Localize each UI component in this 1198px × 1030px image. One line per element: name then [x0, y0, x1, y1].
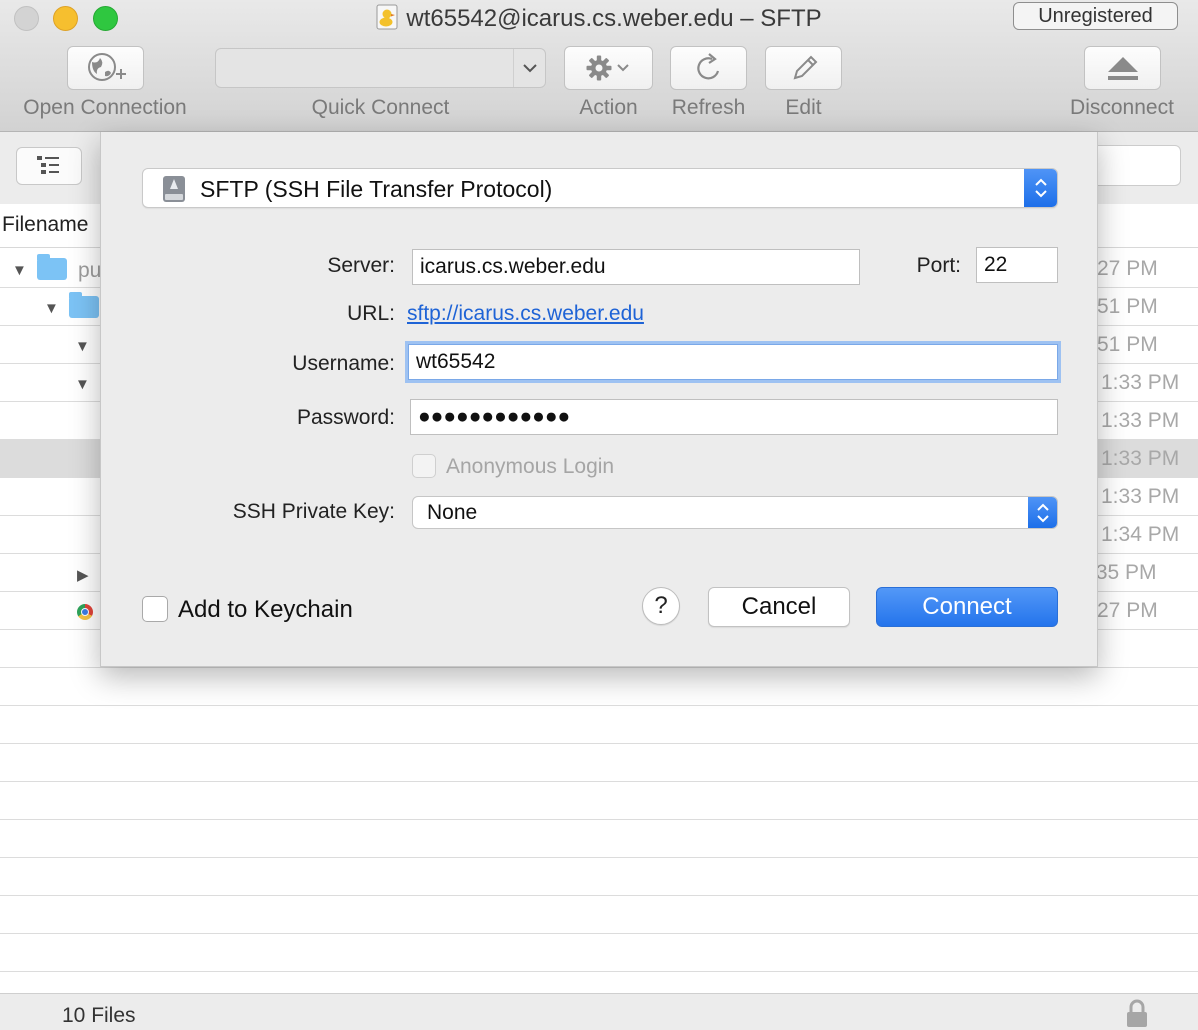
chevron-down-icon[interactable] [513, 49, 545, 87]
anonymous-login-label: Anonymous Login [446, 455, 615, 478]
refresh-button[interactable] [670, 46, 747, 90]
open-connection-label: Open Connection [23, 96, 187, 119]
protocol-value: SFTP (SSH File Transfer Protocol) [200, 176, 553, 202]
url-link[interactable]: sftp://icarus.cs.weber.edu [407, 302, 644, 326]
empty-row [0, 706, 1198, 744]
filename-column-header[interactable]: Filename [2, 213, 88, 237]
ssh-private-key-value: None [427, 501, 478, 524]
duck-icon [376, 4, 398, 30]
file-modified-date: 1:33 PM [1101, 485, 1180, 508]
disclosure-triangle-expanded[interactable]: ▼ [75, 338, 90, 355]
connect-button[interactable]: Connect [876, 587, 1058, 627]
server-input[interactable] [412, 249, 860, 285]
outline-view-button[interactable] [16, 147, 82, 185]
action-label: Action [579, 96, 638, 119]
empty-row [0, 820, 1198, 858]
outline-view-icon [37, 156, 59, 174]
file-modified-date: 1:34 PM [1101, 523, 1180, 546]
file-modified-date: 27 PM [1097, 257, 1158, 280]
empty-row [0, 744, 1198, 782]
disclosure-triangle-expanded[interactable]: ▼ [75, 376, 90, 393]
file-modified-date: 1:33 PM [1101, 371, 1180, 394]
file-modified-date: 1:33 PM [1101, 447, 1180, 470]
open-connection-button[interactable] [67, 46, 144, 90]
edit-button[interactable] [765, 46, 842, 90]
file-modified-date: 51 PM [1097, 295, 1158, 318]
disclosure-triangle-expanded[interactable]: ▼ [12, 262, 27, 279]
unregistered-badge[interactable]: Unregistered [1013, 2, 1178, 30]
up-down-stepper-icon[interactable] [1024, 169, 1057, 207]
quick-connect-label: Quick Connect [311, 96, 450, 119]
gear-icon [586, 55, 629, 81]
globe-plus-icon [87, 53, 126, 81]
ssh-private-key-label: SSH Private Key: [232, 500, 395, 523]
port-input[interactable] [976, 247, 1058, 283]
folder-icon [37, 254, 67, 280]
action-button[interactable] [564, 46, 653, 90]
protocol-popup[interactable]: SFTP (SSH File Transfer Protocol) [142, 168, 1058, 208]
empty-row [0, 782, 1198, 820]
quick-connect-combobox[interactable] [215, 48, 546, 88]
url-label: URL: [347, 302, 395, 325]
disclosure-triangle-expanded[interactable]: ▼ [44, 300, 59, 317]
edit-label: Edit [785, 96, 822, 119]
cancel-button[interactable]: Cancel [708, 587, 850, 627]
server-label: Server: [327, 254, 395, 277]
status-bar: 10 Files [0, 993, 1198, 1030]
window-title: wt65542@icarus.cs.weber.edu – SFTP [406, 5, 822, 32]
add-to-keychain-label: Add to Keychain [178, 596, 353, 623]
empty-row [0, 668, 1198, 706]
ssh-private-key-popup[interactable]: None [412, 496, 1058, 529]
password-label: Password: [296, 406, 395, 429]
disconnect-button[interactable] [1084, 46, 1161, 90]
file-name: pu [78, 259, 102, 282]
chrome-icon [77, 604, 93, 620]
search-input[interactable] [1090, 145, 1181, 186]
up-down-stepper-icon[interactable] [1028, 497, 1057, 528]
file-modified-date: :35 PM [1090, 561, 1157, 584]
refresh-icon [696, 53, 719, 80]
eject-icon [1107, 57, 1138, 80]
file-modified-date: 51 PM [1097, 333, 1158, 356]
anonymous-login-checkbox[interactable] [412, 454, 436, 478]
disclosure-triangle-collapsed[interactable]: ▶ [77, 566, 89, 584]
port-label: Port: [916, 254, 961, 277]
help-button[interactable]: ? [642, 587, 680, 625]
empty-row [0, 858, 1198, 896]
window-toolbar: wt65542@icarus.cs.weber.edu – SFTP Unreg… [0, 0, 1198, 132]
empty-row [0, 934, 1198, 972]
password-input[interactable] [410, 399, 1058, 435]
connection-sheet: SFTP (SSH File Transfer Protocol) Server… [100, 132, 1098, 667]
folder-icon [69, 292, 99, 318]
disk-icon [163, 176, 185, 202]
lock-icon[interactable] [1126, 998, 1148, 1028]
username-label: Username: [292, 352, 395, 375]
file-modified-date: 27 PM [1097, 599, 1158, 622]
file-count: 10 Files [62, 1004, 136, 1027]
empty-row [0, 896, 1198, 934]
add-to-keychain-checkbox[interactable] [142, 596, 168, 622]
pencil-icon [793, 55, 817, 80]
file-modified-date: 1:33 PM [1101, 409, 1180, 432]
refresh-label: Refresh [671, 96, 746, 119]
disconnect-label: Disconnect [1070, 96, 1174, 119]
username-input[interactable] [408, 344, 1058, 380]
